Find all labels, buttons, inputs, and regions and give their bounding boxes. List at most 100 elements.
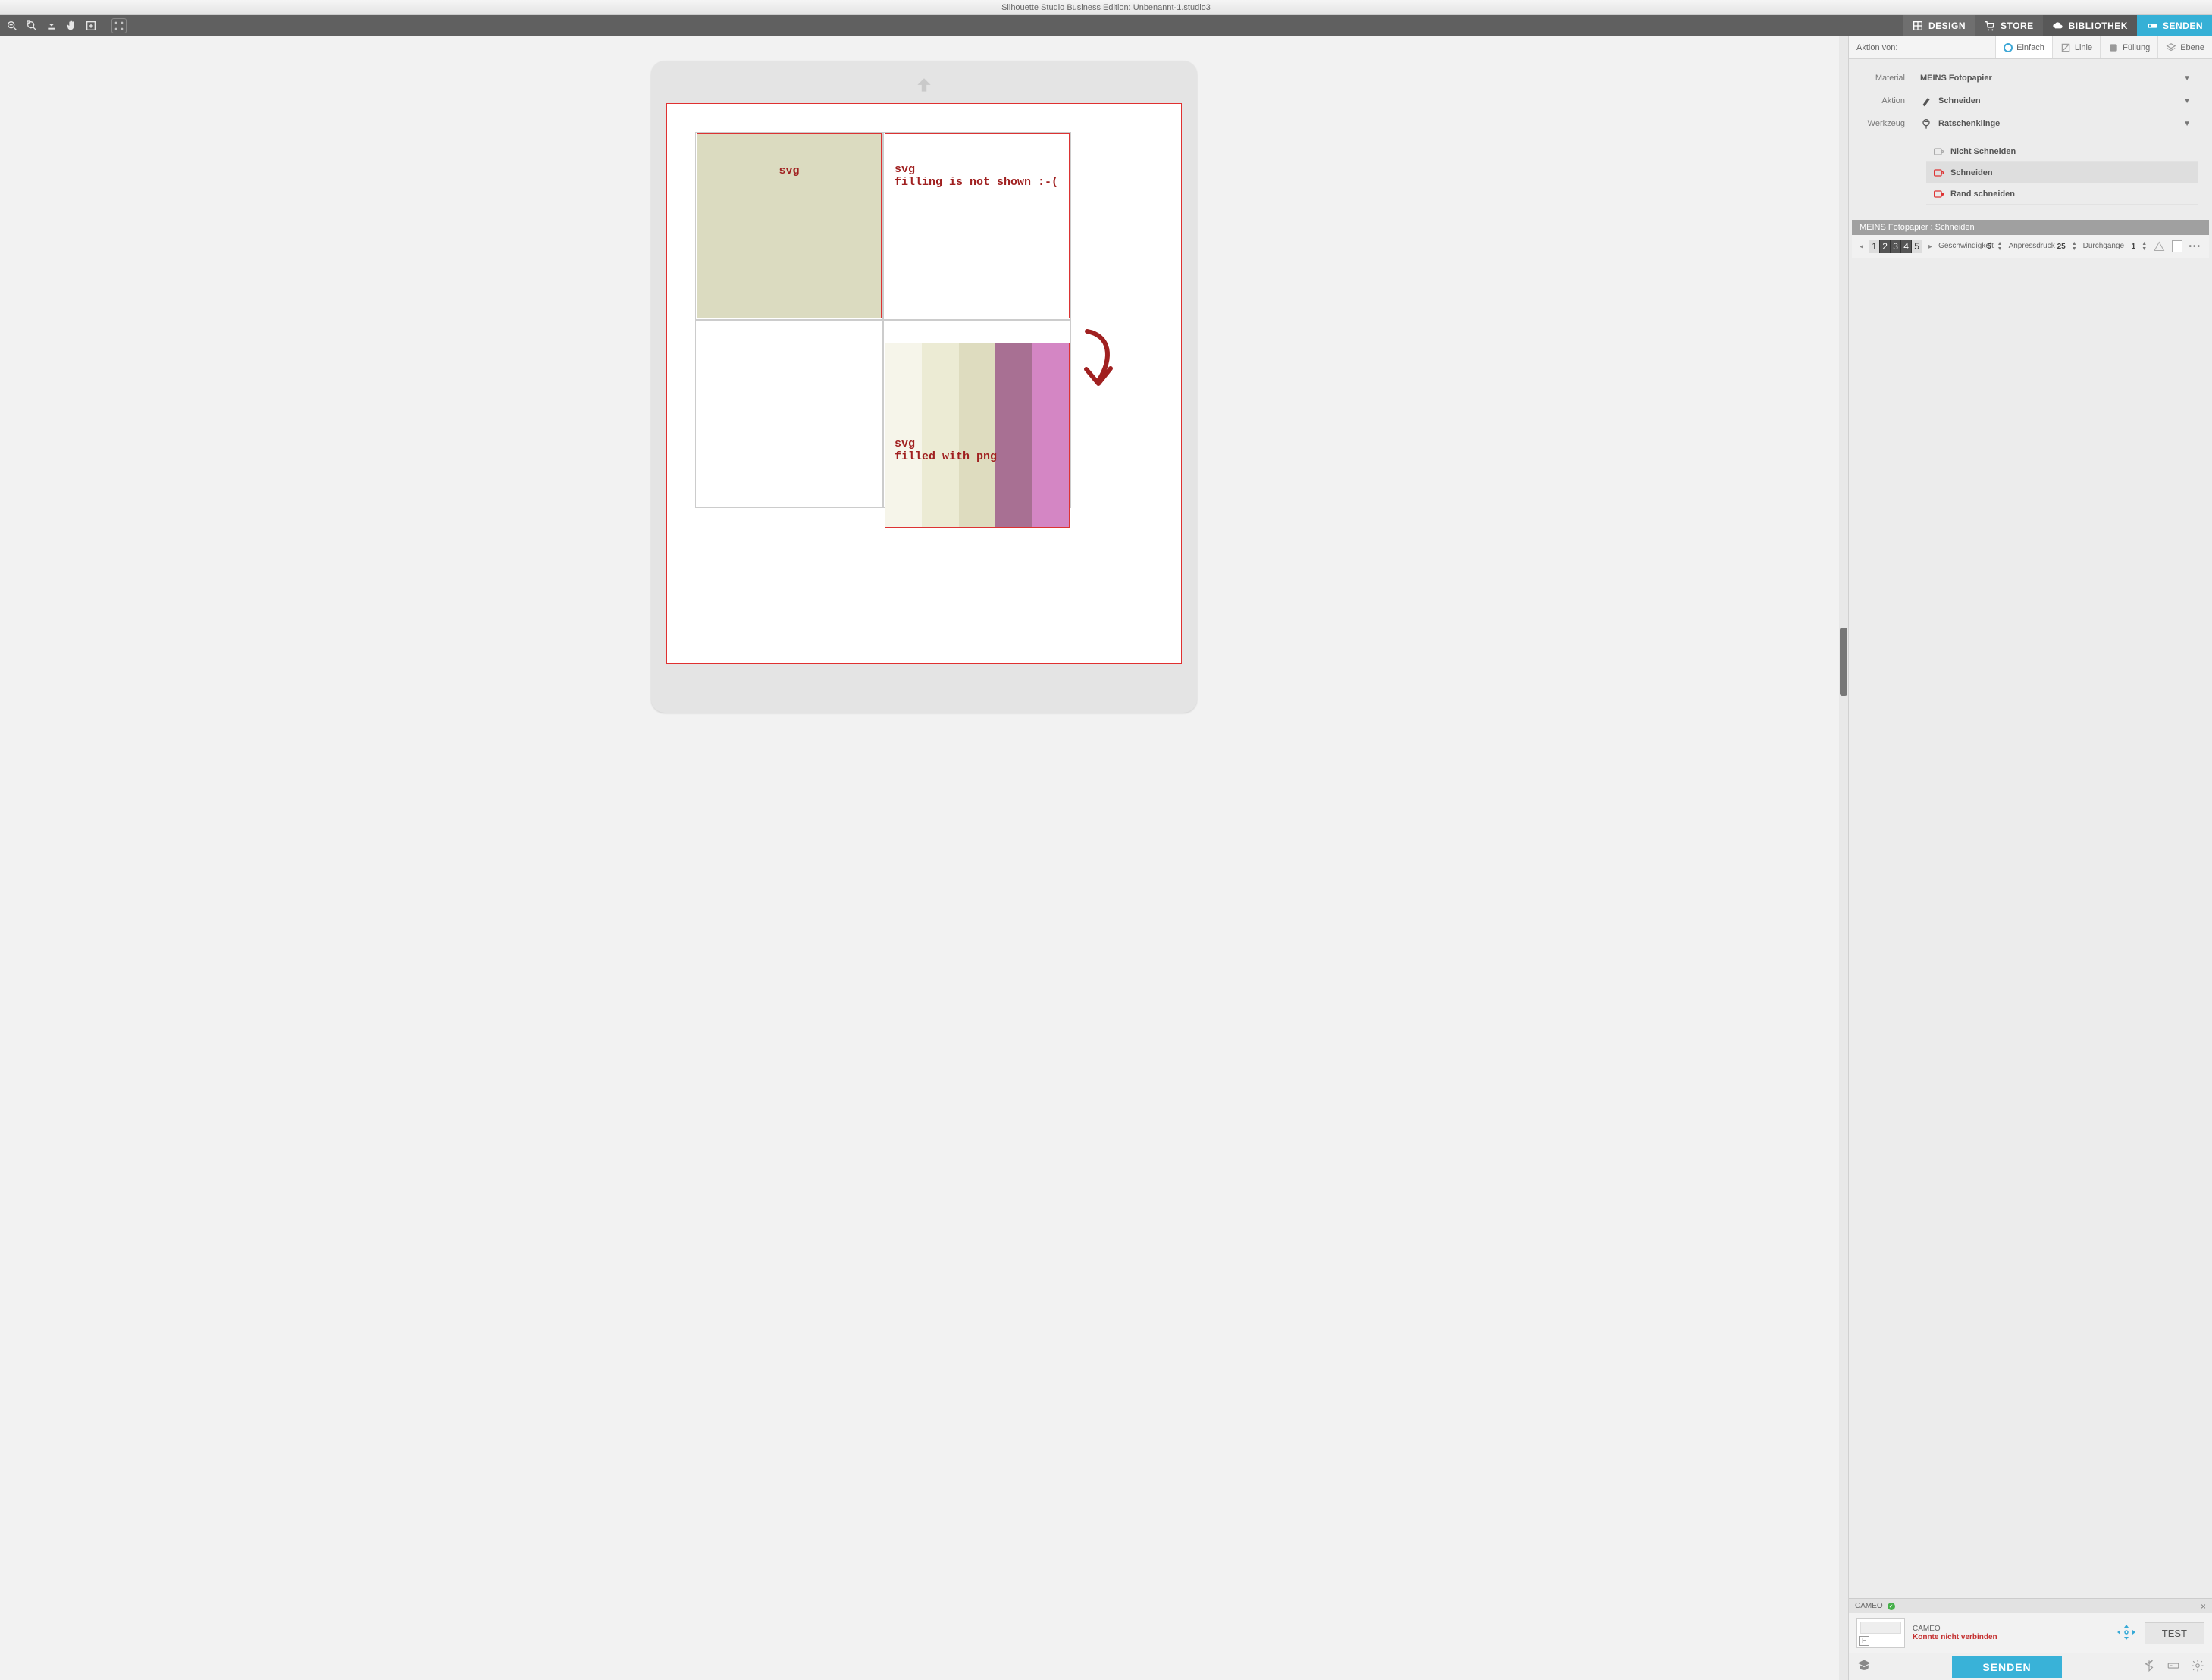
zoom-fit-icon[interactable] bbox=[24, 18, 39, 33]
canvas-object-svg-png[interactable]: svg filled with png bbox=[885, 343, 1070, 528]
blade-icon bbox=[1920, 95, 1932, 107]
tool-dropdown[interactable]: Ratschenklinge ▼ bbox=[1916, 114, 2198, 133]
canvas-viewport[interactable]: svg svg filling is not shown :-( svg fi bbox=[0, 36, 1848, 1680]
line-icon bbox=[2060, 42, 2071, 53]
stepper-right-icon[interactable]: ▸ bbox=[1928, 243, 1932, 251]
cut-icon bbox=[1932, 167, 1944, 179]
footer-icons bbox=[2142, 1659, 2204, 1675]
more-options-icon[interactable]: ••• bbox=[2189, 243, 2201, 251]
tool-row: Werkzeug Ratschenklinge ▼ bbox=[1863, 112, 2198, 135]
nav-tab-send-label: SENDEN bbox=[2163, 20, 2203, 31]
param-force-value[interactable]: 25 bbox=[2054, 243, 2069, 251]
vertical-scrollbar[interactable] bbox=[1839, 36, 1848, 1680]
material-row: Material MEINS Fotopapier ▼ bbox=[1863, 67, 2198, 89]
no-cut-icon bbox=[1932, 146, 1944, 158]
device-thumb-letter: F bbox=[1859, 1636, 1869, 1646]
option-cut[interactable]: Schneiden bbox=[1926, 162, 2198, 183]
device-thumbnail: F bbox=[1856, 1618, 1905, 1648]
download-icon[interactable] bbox=[44, 18, 59, 33]
option-no-cut[interactable]: Nicht Schneiden bbox=[1926, 141, 2198, 162]
tutorial-icon[interactable] bbox=[1856, 1658, 1872, 1675]
spinner-icon[interactable]: ▲▼ bbox=[2142, 241, 2147, 252]
layers-icon bbox=[2166, 42, 2176, 53]
canvas-object-label: svg filling is not shown :-( bbox=[890, 160, 1069, 192]
param-speed: Geschwindigkeit 5 ▲▼ bbox=[1938, 241, 2003, 252]
action-label: Aktion bbox=[1863, 96, 1916, 105]
panel-mode-tabs: Einfach Linie Füllung Ebene bbox=[1995, 36, 2212, 58]
nav-tab-library[interactable]: BIBLIOTHEK bbox=[2043, 15, 2137, 36]
option-no-cut-label: Nicht Schneiden bbox=[1950, 147, 2016, 156]
nav-tab-library-label: BIBLIOTHEK bbox=[2069, 20, 2128, 31]
blade-depth-indicator: 12345 bbox=[1869, 240, 1922, 253]
gear-icon[interactable] bbox=[2191, 1659, 2204, 1675]
tool-value: Ratschenklinge bbox=[1938, 119, 2177, 128]
machine-icon[interactable] bbox=[2167, 1659, 2180, 1675]
cut-option-list: Nicht Schneiden Schneiden Rand schneiden bbox=[1926, 141, 2198, 205]
param-passes: Durchgänge 1 ▲▼ bbox=[2083, 241, 2148, 252]
scrollbar-thumb[interactable] bbox=[1840, 628, 1847, 696]
stepper-left-icon[interactable]: ◂ bbox=[1860, 243, 1863, 251]
pan-hand-icon[interactable] bbox=[64, 18, 79, 33]
test-cut-label: TEST bbox=[2162, 1628, 2187, 1639]
edge-cut-icon bbox=[1932, 188, 1944, 200]
canvas-object-svg-nofill[interactable]: svg filling is not shown :-( bbox=[885, 133, 1070, 318]
window-title: Silhouette Studio Business Edition: Unbe… bbox=[0, 0, 2212, 15]
nav-tab-design[interactable]: DESIGN bbox=[1903, 15, 1975, 36]
status-ok-icon: ✓ bbox=[1888, 1603, 1895, 1610]
material-label: Material bbox=[1863, 74, 1916, 83]
mode-tab-fill[interactable]: Füllung bbox=[2100, 36, 2157, 58]
annotation-arrow-icon bbox=[1076, 328, 1121, 398]
mode-tab-line[interactable]: Linie bbox=[2052, 36, 2100, 58]
option-edge-cut-label: Rand schneiden bbox=[1950, 190, 2015, 199]
mode-tab-simple[interactable]: Einfach bbox=[1995, 36, 2052, 58]
device-name: CAMEO bbox=[1913, 1625, 2108, 1633]
window-title-text: Silhouette Studio Business Edition: Unbe… bbox=[1001, 3, 1211, 12]
action-dropdown[interactable]: Schneiden ▼ bbox=[1916, 91, 2198, 111]
grid-icon bbox=[1912, 20, 1924, 32]
param-speed-value[interactable]: 5 bbox=[1984, 243, 1994, 251]
send-button[interactable]: SENDEN bbox=[1952, 1656, 2061, 1678]
nav-tabs: DESIGN STORE BIBLIOTHEK SENDEN bbox=[1903, 15, 2212, 36]
option-cut-label: Schneiden bbox=[1950, 168, 1993, 177]
mode-tab-fill-label: Füllung bbox=[2123, 43, 2150, 52]
device-info: CAMEO Konnte nicht verbinden bbox=[1913, 1625, 2108, 1641]
param-force-label: Anpressdruck bbox=[2009, 243, 2051, 251]
material-dropdown[interactable]: MEINS Fotopapier ▼ bbox=[1916, 68, 2198, 88]
panel-footer: SENDEN bbox=[1849, 1653, 2212, 1680]
option-edge-cut[interactable]: Rand schneiden bbox=[1926, 183, 2198, 205]
ratchet-blade-icon bbox=[1920, 118, 1932, 130]
spinner-icon[interactable]: ▲▼ bbox=[2072, 241, 2077, 252]
chevron-down-icon: ▼ bbox=[2183, 120, 2191, 128]
action-from-label: Aktion von: bbox=[1849, 43, 1905, 52]
device-tab-header: CAMEO ✓ × bbox=[1849, 1598, 2212, 1613]
send-panel: Aktion von: Einfach Linie Füllung Ebene bbox=[1848, 36, 2212, 1680]
chevron-down-icon: ▼ bbox=[2183, 97, 2191, 105]
toolbar-left-group bbox=[0, 15, 131, 36]
canvas-object-svg-filled[interactable]: svg bbox=[697, 133, 882, 318]
canvas-object-label: svg filled with png bbox=[890, 434, 1001, 466]
canvas-object-label: svg bbox=[697, 161, 881, 180]
chevron-down-icon: ▼ bbox=[2183, 74, 2191, 83]
nav-tab-design-label: DESIGN bbox=[1928, 20, 1966, 31]
registration-marks-icon[interactable] bbox=[111, 18, 127, 33]
device-jog-icon[interactable] bbox=[2116, 1623, 2137, 1644]
line-segment-toggle[interactable] bbox=[2172, 240, 2183, 252]
close-icon[interactable]: × bbox=[2201, 1601, 2206, 1612]
param-passes-label: Durchgänge bbox=[2083, 243, 2126, 251]
nav-tab-send[interactable]: SENDEN bbox=[2137, 15, 2212, 36]
triangle-icon[interactable] bbox=[2153, 240, 2166, 253]
spinner-icon[interactable]: ▲▼ bbox=[1997, 241, 2003, 252]
fill-icon bbox=[2108, 42, 2119, 53]
mode-tab-layer-label: Ebene bbox=[2180, 43, 2204, 52]
zoom-out-icon[interactable] bbox=[5, 18, 20, 33]
mode-tab-layer[interactable]: Ebene bbox=[2157, 36, 2212, 58]
nav-tab-store[interactable]: STORE bbox=[1975, 15, 2043, 36]
circle-icon bbox=[2004, 43, 2013, 52]
bluetooth-icon[interactable] bbox=[2142, 1659, 2156, 1675]
param-speed-label: Geschwindigkeit bbox=[1938, 243, 1981, 251]
device-tab-name[interactable]: CAMEO bbox=[1855, 1602, 1883, 1610]
add-icon[interactable] bbox=[83, 18, 99, 33]
action-value: Schneiden bbox=[1938, 96, 2177, 105]
param-passes-value[interactable]: 1 bbox=[2129, 243, 2139, 251]
test-cut-button[interactable]: TEST bbox=[2145, 1622, 2204, 1644]
